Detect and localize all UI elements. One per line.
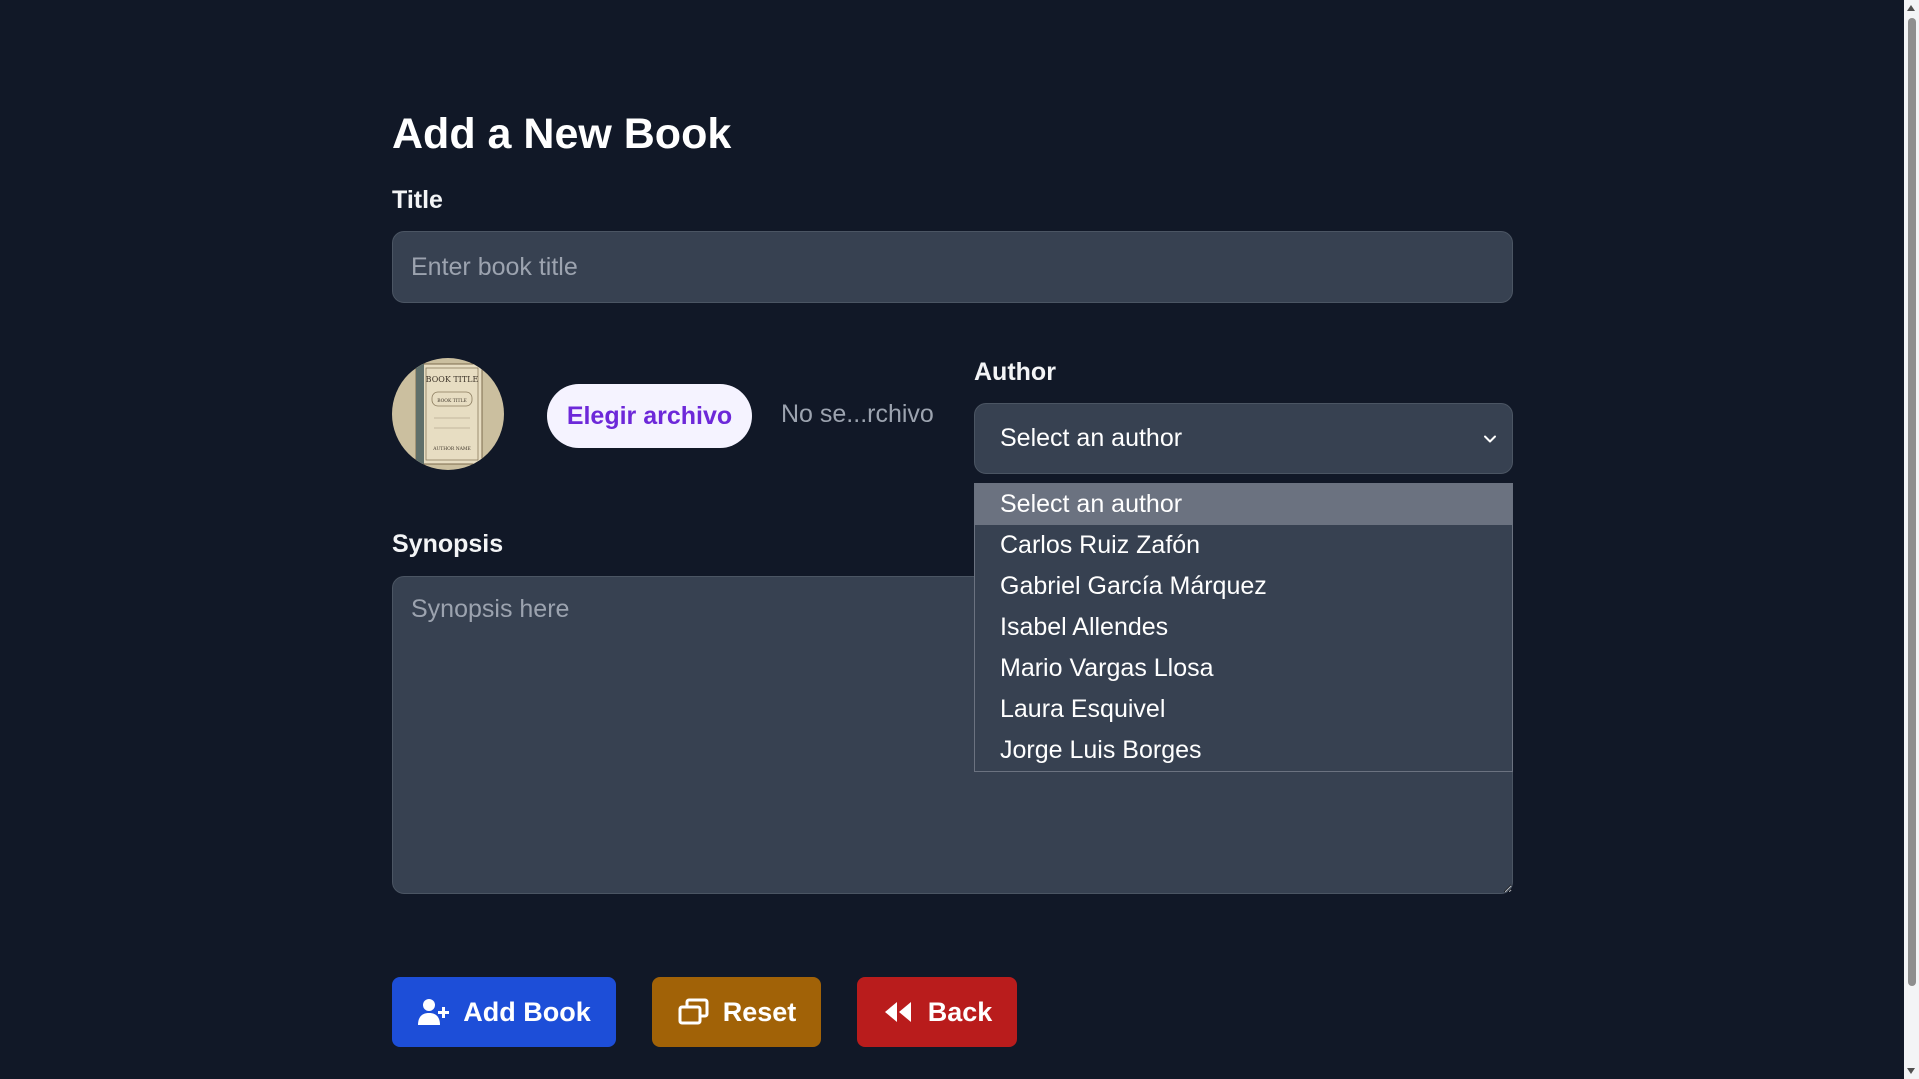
- cover-author-text: AUTHOR NAME: [432, 446, 471, 452]
- author-option[interactable]: Select an author: [975, 484, 1512, 525]
- window-restore-icon: [678, 998, 709, 1025]
- chevron-down-icon: [1484, 435, 1496, 443]
- page-title: Add a New Book: [392, 110, 732, 158]
- form-actions: Add Book Reset Back: [392, 977, 1017, 1047]
- author-option[interactable]: Jorge Luis Borges: [975, 730, 1512, 771]
- author-option[interactable]: Mario Vargas Llosa: [975, 648, 1512, 689]
- book-cover-image: BOOK TITLE BOOK TITLE AUTHOR NAME: [392, 358, 504, 471]
- reset-button[interactable]: Reset: [652, 977, 821, 1047]
- scrollbar-thumb[interactable]: [1908, 18, 1916, 986]
- back-button[interactable]: Back: [857, 977, 1017, 1047]
- choose-file-button[interactable]: Elegir archivo: [547, 384, 752, 449]
- author-option[interactable]: Isabel Allendes: [975, 607, 1512, 648]
- scroll-up-arrow-icon[interactable]: [1907, 5, 1915, 11]
- cover-subtitle-text: BOOK TITLE: [437, 398, 467, 404]
- cover-title-text: BOOK TITLE: [426, 375, 479, 384]
- backward-icon: [884, 1002, 911, 1022]
- scroll-down-arrow-icon[interactable]: [1907, 1068, 1915, 1074]
- author-dropdown-list: Select an author Carlos Ruiz Zafón Gabri…: [974, 483, 1513, 772]
- title-input[interactable]: [392, 231, 1513, 304]
- author-select[interactable]: Select an author: [974, 403, 1513, 475]
- add-book-button[interactable]: Add Book: [392, 977, 616, 1047]
- page-scrollbar[interactable]: [1904, 0, 1919, 1079]
- author-select-value: Select an author: [1000, 424, 1183, 453]
- file-name-text: No se...rchivo: [781, 400, 934, 429]
- add-book-page: Add a New Book Title BOOK TITLE BOOK TIT…: [0, 0, 1919, 1079]
- author-field: Author Select an author: [974, 358, 1513, 475]
- author-option[interactable]: Laura Esquivel: [975, 689, 1512, 730]
- title-label: Title: [392, 186, 443, 215]
- add-book-label: Add Book: [463, 996, 591, 1027]
- author-option[interactable]: Gabriel García Márquez: [975, 566, 1512, 607]
- back-label: Back: [927, 996, 993, 1027]
- author-option[interactable]: Carlos Ruiz Zafón: [975, 525, 1512, 566]
- user-plus-icon: [418, 999, 450, 1025]
- reset-label: Reset: [722, 996, 797, 1027]
- author-label: Author: [974, 358, 1056, 387]
- synopsis-label: Synopsis: [392, 530, 504, 558]
